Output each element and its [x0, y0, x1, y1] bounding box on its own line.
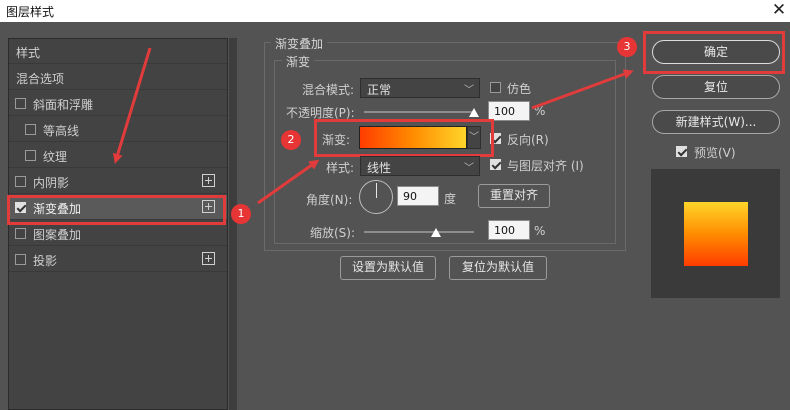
arrow-to-gradient-row	[257, 159, 320, 205]
step-badge-3: 3	[617, 37, 637, 57]
step-badge-1: 1	[231, 204, 251, 224]
arrow-to-gradient-overlay	[112, 47, 152, 164]
step-badge-2: 2	[281, 130, 301, 150]
arrow-to-ok-button	[531, 69, 634, 110]
annotation-arrows	[112, 47, 634, 205]
